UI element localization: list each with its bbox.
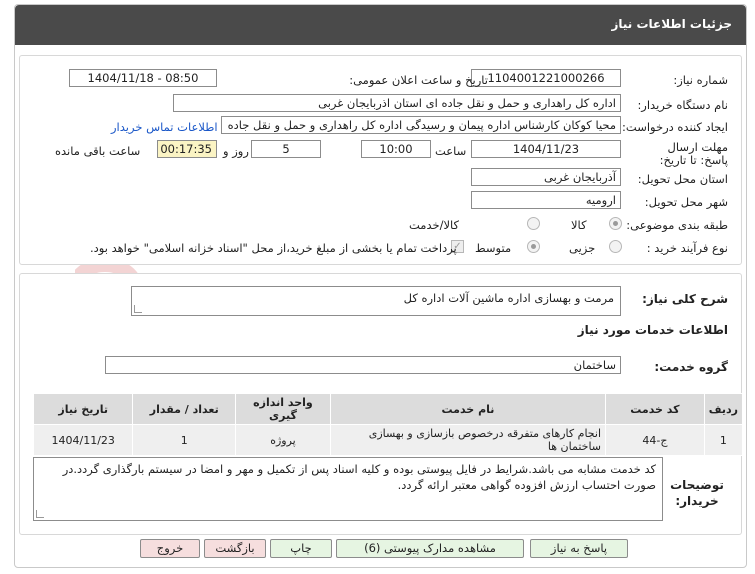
services-title: اطلاعات خدمات مورد نیاز	[577, 323, 728, 337]
deadline-label: مهلت ارسال پاسخ: تا تاریخ:	[659, 140, 728, 167]
attachments-button[interactable]: مشاهده مدارک پیوستی (6)	[336, 539, 524, 558]
city-label: شهر محل تحویل:	[644, 195, 728, 209]
panel-title: جزئیات اطلاعات نیاز	[611, 17, 732, 31]
table-header-row: ردیف کد خدمت نام خدمت واحد اندازه گیری ت…	[32, 393, 744, 425]
resize-handle-icon[interactable]	[36, 510, 44, 518]
category-option-goods-service: کالا/خدمت	[409, 218, 460, 232]
process-option-minor: جزیی	[569, 241, 596, 255]
col-name: نام خدمت	[329, 393, 607, 425]
exit-button[interactable]: خروج	[140, 539, 200, 558]
days-label: روز و	[223, 144, 249, 158]
service-group-label: گروه خدمت:	[654, 360, 728, 374]
details-panel: جزئیات اطلاعات نیاز AriaTender.neT شماره…	[14, 4, 747, 568]
province-field: آذربایجان غربی	[471, 168, 621, 186]
col-qty: تعداد / مقدار	[132, 393, 237, 425]
contact-buyer-link[interactable]: اطلاعات تماس خریدار	[111, 120, 218, 134]
category-label: طبقه بندی موضوعی:	[626, 218, 728, 232]
process-option-medium: متوسط	[475, 241, 512, 255]
col-unit: واحد اندازه گیری	[235, 393, 331, 425]
city-field: ارومیه	[471, 191, 621, 209]
buyer-org-field: اداره کل راهداری و حمل و نقل جاده ای است…	[173, 94, 621, 112]
deadline-date-field: 1404/11/23	[471, 140, 621, 158]
category-radio-goods[interactable]	[609, 217, 622, 230]
cell-date: 1404/11/23	[32, 424, 134, 456]
cell-unit: پروژه	[235, 424, 331, 456]
cell-qty: 1	[132, 424, 237, 456]
cell-code: ج-44	[605, 424, 705, 456]
resize-handle-icon[interactable]	[134, 305, 142, 313]
panel-header: جزئیات اطلاعات نیاز	[15, 5, 746, 45]
buyer-org-label: نام دستگاه خریدار:	[637, 98, 728, 112]
cell-row: 1	[703, 424, 744, 456]
announce-label: تاریخ و ساعت اعلان عمومی:	[349, 73, 488, 87]
announce-field: 1404/11/18 - 08:50	[69, 69, 217, 87]
table-row: 1 ج-44 انجام کارهای متفرقه درخصوص بازساز…	[32, 424, 744, 456]
time-label: ساعت	[435, 144, 467, 158]
process-radio-minor[interactable]	[609, 240, 622, 253]
deadline-time-field: 10:00	[361, 140, 431, 158]
col-row: ردیف	[703, 393, 744, 425]
need-number-label: شماره نیاز:	[673, 73, 728, 87]
print-button[interactable]: چاپ	[270, 539, 332, 558]
summary-label: شرح کلی نیاز:	[642, 292, 728, 306]
buyer-notes-text: کد خدمت مشابه می باشد.شرایط در فایل پیوس…	[62, 462, 656, 492]
province-label: استان محل تحویل:	[637, 172, 728, 186]
category-option-goods: کالا	[571, 218, 587, 232]
col-code: کد خدمت	[605, 393, 705, 425]
process-radio-medium[interactable]	[527, 240, 540, 253]
remaining-time-field: 00:17:35	[157, 140, 217, 158]
need-number-field: 1104001221000266	[471, 69, 621, 87]
days-field: 5	[251, 140, 321, 158]
process-label: نوع فرآیند خرید :	[646, 241, 728, 255]
reply-button[interactable]: پاسخ به نیاز	[530, 539, 628, 558]
col-date: تاریخ نیاز	[32, 393, 134, 425]
summary-text: مرمت و بهسازی اداره ماشین آلات اداره کل	[403, 291, 614, 305]
category-radio-goods-service[interactable]	[527, 217, 540, 230]
buyer-notes-label: توضیحات خریدار:	[670, 478, 724, 508]
back-button[interactable]: بازگشت	[204, 539, 266, 558]
summary-field: مرمت و بهسازی اداره ماشین آلات اداره کل	[131, 286, 621, 316]
services-table: ردیف کد خدمت نام خدمت واحد اندازه گیری ت…	[32, 393, 744, 456]
creator-field: محیا کوکان کارشناس اداره پیمان و رسیدگی …	[221, 116, 621, 134]
cell-name: انجام کارهای متفرقه درخصوص بازسازی و بهس…	[329, 424, 607, 456]
service-group-field: ساختمان	[105, 356, 621, 374]
payment-note: پرداخت تمام یا بخشی از مبلغ خرید،از محل …	[90, 241, 457, 255]
remaining-label: ساعت باقی مانده	[55, 144, 141, 158]
buyer-notes-field: کد خدمت مشابه می باشد.شرایط در فایل پیوس…	[33, 457, 663, 521]
creator-label: ایجاد کننده درخواست:	[622, 120, 728, 134]
